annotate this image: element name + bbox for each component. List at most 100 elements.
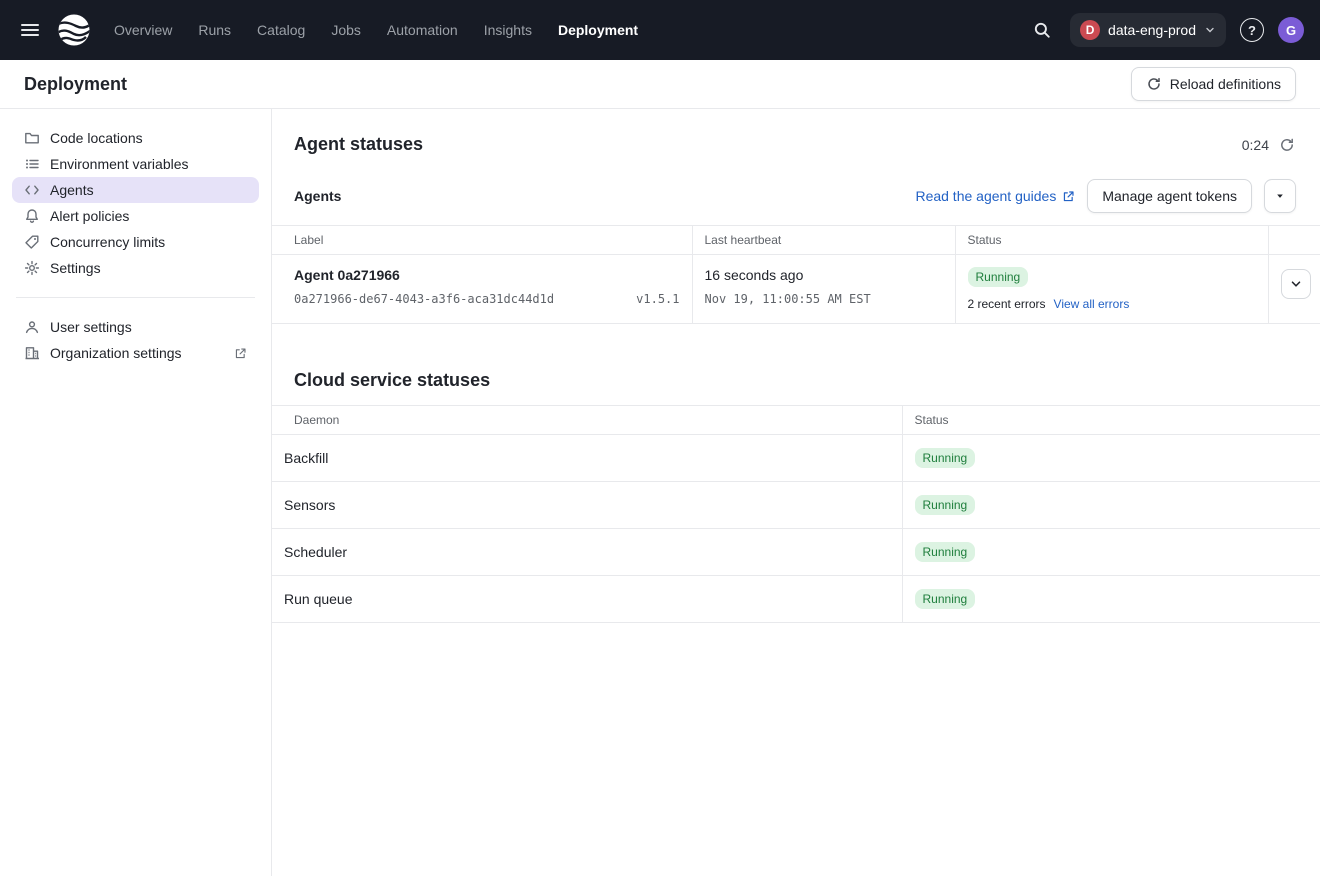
caret-down-icon bbox=[1275, 191, 1285, 201]
page-header: Deployment Reload definitions bbox=[0, 60, 1320, 109]
agent-status-cell: Running 2 recent errors View all errors bbox=[955, 255, 1268, 324]
sidebar-item-agents[interactable]: Agents bbox=[12, 177, 259, 203]
agents-subtitle: Agents bbox=[294, 188, 341, 204]
status-badge: Running bbox=[968, 267, 1029, 287]
deployment-name: data-eng-prod bbox=[1108, 22, 1196, 38]
col-header-label: Label bbox=[272, 226, 692, 255]
tag-icon bbox=[24, 234, 40, 250]
manage-agent-tokens-label: Manage agent tokens bbox=[1102, 188, 1237, 204]
sidebar-item-code-locations[interactable]: Code locations bbox=[12, 125, 259, 151]
col-header-heartbeat: Last heartbeat bbox=[692, 226, 955, 255]
sidebar-item-label: Environment variables bbox=[50, 156, 189, 172]
avatar[interactable]: G bbox=[1278, 17, 1304, 43]
agent-label-cell: Agent 0a271966 0a271966-de67-4043-a3f6-a… bbox=[272, 255, 692, 324]
building-icon bbox=[24, 345, 40, 361]
primary-nav: Overview Runs Catalog Jobs Automation In… bbox=[114, 22, 638, 38]
env-list-icon bbox=[24, 156, 40, 172]
agents-table-header-row: Label Last heartbeat Status bbox=[272, 226, 1320, 255]
status-badge: Running bbox=[915, 589, 976, 609]
status-badge: Running bbox=[915, 542, 976, 562]
agent-row: Agent 0a271966 0a271966-de67-4043-a3f6-a… bbox=[272, 255, 1320, 324]
daemon-name-cell: Backfill bbox=[272, 435, 902, 482]
nav-overview[interactable]: Overview bbox=[114, 22, 172, 38]
daemon-name-cell: Scheduler bbox=[272, 529, 902, 576]
status-badge: Running bbox=[915, 495, 976, 515]
sidebar-item-label: Organization settings bbox=[50, 345, 182, 361]
agent-version: v1.5.1 bbox=[636, 292, 679, 306]
sidebar-item-alert-policies[interactable]: Alert policies bbox=[12, 203, 259, 229]
nav-jobs[interactable]: Jobs bbox=[331, 22, 361, 38]
sidebar-item-organization-settings[interactable]: Organization settings bbox=[12, 340, 259, 366]
sidebar-item-label: Agents bbox=[50, 182, 94, 198]
gear-icon bbox=[24, 260, 40, 276]
col-header-status: Status bbox=[902, 406, 1320, 435]
agent-name: Agent 0a271966 bbox=[294, 267, 680, 283]
col-header-status: Status bbox=[955, 226, 1268, 255]
deployment-selector[interactable]: D data-eng-prod bbox=[1070, 13, 1226, 47]
search-icon bbox=[1033, 21, 1051, 39]
reload-icon bbox=[1146, 76, 1162, 92]
agent-icon bbox=[24, 182, 40, 198]
daemon-row: Run queue Running bbox=[272, 576, 1320, 623]
daemon-row: Scheduler Running bbox=[272, 529, 1320, 576]
daemon-status-cell: Running bbox=[902, 435, 1320, 482]
refresh-icon bbox=[1279, 137, 1295, 153]
sidebar-divider bbox=[16, 297, 255, 298]
sidebar-item-label: Alert policies bbox=[50, 208, 129, 224]
agent-guides-link[interactable]: Read the agent guides bbox=[915, 188, 1075, 204]
daemons-table-header-row: Daemon Status bbox=[272, 406, 1320, 435]
daemon-row: Backfill Running bbox=[272, 435, 1320, 482]
main-content: Agent statuses 0:24 Agents Read the agen… bbox=[272, 109, 1320, 876]
refresh-countdown: 0:24 bbox=[1242, 137, 1269, 153]
manage-agent-tokens-button[interactable]: Manage agent tokens bbox=[1087, 179, 1252, 213]
heartbeat-relative: 16 seconds ago bbox=[705, 267, 943, 283]
view-all-errors-link[interactable]: View all errors bbox=[1054, 297, 1130, 311]
sidebar-item-label: Concurrency limits bbox=[50, 234, 165, 250]
nav-deployment[interactable]: Deployment bbox=[558, 22, 638, 38]
cloud-service-statuses-title: Cloud service statuses bbox=[272, 370, 1320, 391]
sidebar-item-environment-variables[interactable]: Environment variables bbox=[12, 151, 259, 177]
reload-definitions-button[interactable]: Reload definitions bbox=[1131, 67, 1296, 101]
daemon-name-cell: Run queue bbox=[272, 576, 902, 623]
refresh-button[interactable] bbox=[1278, 136, 1296, 154]
col-header-actions bbox=[1268, 226, 1320, 255]
agents-more-menu-button[interactable] bbox=[1264, 179, 1296, 213]
dagster-logo[interactable] bbox=[56, 12, 92, 48]
agent-expand-button[interactable] bbox=[1281, 269, 1311, 299]
chevron-down-icon bbox=[1289, 277, 1303, 291]
sidebar: Code locations Environment variables Age… bbox=[0, 109, 272, 876]
agent-statuses-title: Agent statuses bbox=[294, 134, 423, 155]
hamburger-menu-button[interactable] bbox=[16, 16, 44, 44]
sidebar-item-concurrency-limits[interactable]: Concurrency limits bbox=[12, 229, 259, 255]
sidebar-item-user-settings[interactable]: User settings bbox=[12, 314, 259, 340]
deployment-badge: D bbox=[1080, 20, 1100, 40]
nav-runs[interactable]: Runs bbox=[198, 22, 231, 38]
heartbeat-timestamp: Nov 19, 11:00:55 AM EST bbox=[705, 292, 943, 306]
col-header-daemon: Daemon bbox=[272, 406, 902, 435]
reload-definitions-label: Reload definitions bbox=[1170, 76, 1281, 92]
external-link-icon bbox=[1062, 190, 1075, 203]
daemon-status-cell: Running bbox=[902, 529, 1320, 576]
nav-catalog[interactable]: Catalog bbox=[257, 22, 305, 38]
page-title: Deployment bbox=[24, 74, 127, 95]
nav-automation[interactable]: Automation bbox=[387, 22, 458, 38]
top-navbar: Overview Runs Catalog Jobs Automation In… bbox=[0, 0, 1320, 60]
recent-errors-text: 2 recent errors bbox=[968, 297, 1046, 311]
user-icon bbox=[24, 319, 40, 335]
daemon-name-cell: Sensors bbox=[272, 482, 902, 529]
cloud-services-table: Daemon Status Backfill Running Sensors R… bbox=[272, 405, 1320, 623]
agents-table: Label Last heartbeat Status Agent 0a2719… bbox=[272, 225, 1320, 324]
agent-heartbeat-cell: 16 seconds ago Nov 19, 11:00:55 AM EST bbox=[692, 255, 955, 324]
hamburger-icon bbox=[20, 20, 40, 40]
agent-id: 0a271966-de67-4043-a3f6-aca31dc44d1d bbox=[294, 292, 554, 306]
search-button[interactable] bbox=[1028, 16, 1056, 44]
help-button[interactable]: ? bbox=[1240, 18, 1264, 42]
daemon-row: Sensors Running bbox=[272, 482, 1320, 529]
sidebar-item-label: Settings bbox=[50, 260, 101, 276]
status-badge: Running bbox=[915, 448, 976, 468]
sidebar-item-settings[interactable]: Settings bbox=[12, 255, 259, 281]
folder-icon bbox=[24, 130, 40, 146]
daemon-status-cell: Running bbox=[902, 576, 1320, 623]
nav-insights[interactable]: Insights bbox=[484, 22, 532, 38]
chevron-down-icon bbox=[1204, 24, 1216, 36]
